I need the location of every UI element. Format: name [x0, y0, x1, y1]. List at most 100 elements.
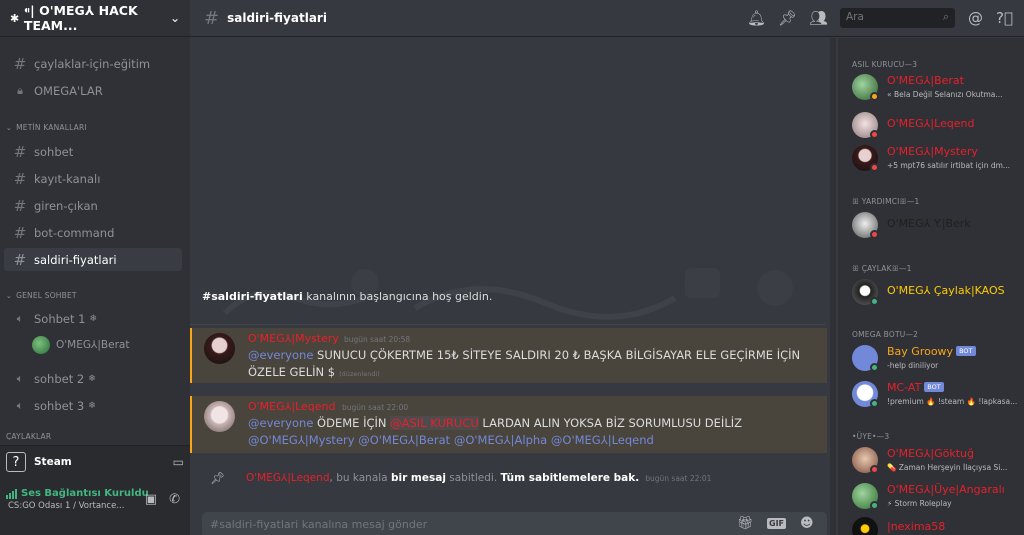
channel-label: bot-command	[34, 225, 115, 240]
message-timestamp: bugün saat 22:00	[342, 403, 409, 412]
server-name: ⁌| O'MEG⅄ HACK TEAM...	[23, 3, 138, 33]
search-input[interactable]: Ara ⌕	[840, 8, 955, 28]
snowflake-icon: ❄	[89, 313, 98, 324]
member-item[interactable]: O'MEG⅄|Berat « Bela Değil Selanızı Okutm…	[852, 71, 1020, 105]
voice-member[interactable]: O'MEG⅄|Berat	[32, 336, 129, 354]
avatar[interactable]	[204, 333, 235, 364]
member-item[interactable]: O'MEG⅄|Üye|Angaralı ⚡ Storm Roleplay	[852, 480, 1020, 514]
chevron-down-icon: ⌄	[6, 291, 13, 300]
channel-omegalar[interactable]: 🔒︎ OMEGA'LAR	[4, 79, 182, 102]
voice-channel-sohbet-1[interactable]: 🔈︎ Sohbet 1 ❄	[4, 307, 182, 330]
bot-badge: BOT	[924, 382, 944, 392]
bell-icon[interactable]: 🔔︎	[747, 9, 766, 27]
channel-label: sohbet 2	[34, 371, 85, 386]
dnd-status-icon	[870, 130, 879, 139]
disconnect-icon[interactable]: ✆	[169, 492, 180, 507]
snowflake-icon: ❄	[88, 400, 96, 411]
pin-notice: 📌︎ O'MEG⅄|Leqend, bu kanala bir mesaj sa…	[210, 471, 712, 485]
gif-button[interactable]: GIF	[767, 518, 787, 529]
scrollbar[interactable]	[830, 38, 836, 535]
channel-sohbet[interactable]: # sohbet	[4, 140, 182, 163]
pin-icon[interactable]: 📌︎	[778, 9, 797, 27]
mention-icon[interactable]: @	[968, 9, 983, 27]
channel-label: sohbet	[34, 144, 74, 159]
voice-channel-sohbet-3[interactable]: 🔈︎ sohbet 3 ❄	[4, 394, 182, 417]
message-author[interactable]: O'MEG⅄|Mystery	[248, 332, 339, 345]
channel-label: giren-çıkan	[34, 198, 98, 213]
speaker-icon: 🔈︎	[16, 311, 24, 325]
hash-icon: #	[13, 223, 27, 242]
category-text[interactable]: ⌄ METİN KANALLARI	[6, 123, 87, 132]
members-icon[interactable]: 👥︎	[809, 9, 828, 27]
channel-giren-cikan[interactable]: # giren-çıkan	[4, 194, 182, 217]
channel-sidebar: ✱ ⁌| O'MEG⅄ HACK TEAM... ⌄ # çaylaklar-i…	[0, 0, 190, 535]
dnd-status-icon	[870, 230, 879, 239]
channel-bot-command[interactable]: # bot-command	[4, 221, 182, 244]
member-item[interactable]: |nexima58	[852, 514, 1020, 535]
channel-label: sohbet 3	[34, 398, 85, 413]
member-item[interactable]: O'MEG⅄|Mystery +5 mpt76 satılır irtibat …	[852, 142, 1020, 176]
all-pins-link[interactable]: Tüm sabitlemelere bak.	[501, 472, 640, 484]
avatar	[32, 336, 50, 354]
channel-caylaklar[interactable]: # çaylaklar-için-eğitim	[4, 52, 182, 75]
mention[interactable]: @everyone	[248, 348, 313, 362]
member-item[interactable]: O'MEG⅄ Çaylak|KAOS	[852, 276, 1020, 310]
member-list: ASIL KURUCU—3 O'MEG⅄|Berat « Bela Değil …	[838, 38, 1024, 535]
server-header[interactable]: ✱ ⁌| O'MEG⅄ HACK TEAM... ⌄	[0, 0, 190, 37]
pinned-message-link[interactable]: bir mesaj	[391, 472, 446, 484]
mentions-line[interactable]: @O'MEG⅄|Mystery @O'MEG⅄|Berat @O'MEG⅄|Al…	[248, 433, 654, 447]
channel-kayit[interactable]: # kayıt-kanalı	[4, 167, 182, 190]
member-group-title: OMEGA BOTU—2	[852, 330, 919, 339]
video-icon[interactable]: ▣	[145, 492, 157, 507]
chat-area: #saldiri-fiyatlari kanalının başlangıcın…	[190, 38, 830, 535]
member-name: Bay Groowy BOT	[887, 345, 976, 358]
hash-icon: #	[13, 54, 27, 73]
voice-channel-info: CS:GO Odası 1 / Vortance...	[8, 501, 125, 511]
member-name: O'MEG⅄|Leqend	[887, 117, 975, 130]
message[interactable]: O'MEG⅄|Leqend bugün saat 22:00 @everyone…	[190, 396, 827, 453]
online-status-icon	[870, 297, 879, 306]
member-name: MC-AT BOT	[887, 381, 944, 394]
voice-channel-sohbet-2[interactable]: 🔈︎ sohbet 2 ❄	[4, 367, 182, 390]
online-status-icon	[870, 363, 879, 372]
member-status: -help diniliyor	[887, 361, 939, 370]
screen-share-icon[interactable]: ▭	[173, 455, 184, 469]
member-item[interactable]: O'MEG⅄|Göktuğ 💊 Zaman Herşeyin İlaçıysa …	[852, 444, 1020, 478]
hash-icon: #	[13, 196, 27, 215]
welcome-decoration	[222, 268, 793, 320]
message[interactable]: O'MEG⅄|Mystery bugün saat 20:58 @everyon…	[190, 328, 827, 383]
category-voice[interactable]: ⌄ GENEL SOHBET	[6, 291, 77, 300]
chevron-down-icon[interactable]: ⌄	[170, 11, 180, 25]
member-name: O'MEG⅄|Göktuğ	[887, 447, 974, 460]
role-mention[interactable]: @ASIL KURUCU	[390, 416, 479, 430]
speaker-icon: 🔈︎	[16, 398, 24, 412]
pin-icon: 📌︎	[210, 471, 226, 485]
speaker-icon: 🔈︎	[16, 371, 24, 385]
voice-connection-panel: Ses Bağlantısı Kuruldu CS:GO Odası 1 / V…	[0, 478, 190, 535]
activity-label: Steam	[34, 456, 72, 468]
category-caylaklar[interactable]: ÇAYLAKLAR	[6, 432, 51, 440]
channel-label: Sohbet 1	[34, 311, 86, 326]
member-item[interactable]: O'MEG⅄|Leqend	[852, 109, 1020, 143]
message-author[interactable]: O'MEG⅄|Leqend	[248, 400, 335, 413]
member-item[interactable]: MC-AT BOT !premium 🔥 !steam 🔥 !lapkasa...	[852, 378, 1020, 412]
help-icon[interactable]: ?⃝	[996, 9, 1013, 27]
member-group-title: ꕥ ÇAYLAKꕥ—1	[852, 264, 912, 273]
signal-icon	[6, 488, 17, 499]
member-name: O'MEG⅄ Y.|Berk	[887, 217, 971, 230]
unknown-game-icon: ?	[6, 452, 26, 472]
mention[interactable]: @everyone	[248, 416, 313, 430]
gift-icon[interactable]: 🎁︎	[737, 516, 754, 531]
message-content: @everyone SUNUCU ÇÖKERTME 15₺ SİTEYE SAL…	[248, 348, 801, 379]
channel-saldiri-fiyatlari[interactable]: # saldiri-fiyatlari	[4, 248, 182, 271]
avatar[interactable]	[204, 401, 235, 432]
member-item[interactable]: O'MEG⅄ Y.|Berk	[852, 209, 1020, 243]
snowflake-icon: ❄	[88, 373, 96, 384]
idle-status-icon	[870, 92, 879, 101]
member-name: O'MEG⅄|Berat	[887, 74, 964, 87]
emoji-icon[interactable]: ☻	[800, 516, 814, 531]
member-item[interactable]: Bay Groowy BOT -help diniliyor	[852, 342, 1020, 376]
pin-author[interactable]: O'MEG⅄|Leqend	[246, 472, 330, 484]
message-input[interactable]: #saldiri-fiyatlari kanalına mesaj gönder…	[202, 512, 827, 535]
channel-label: kayıt-kanalı	[34, 171, 101, 186]
